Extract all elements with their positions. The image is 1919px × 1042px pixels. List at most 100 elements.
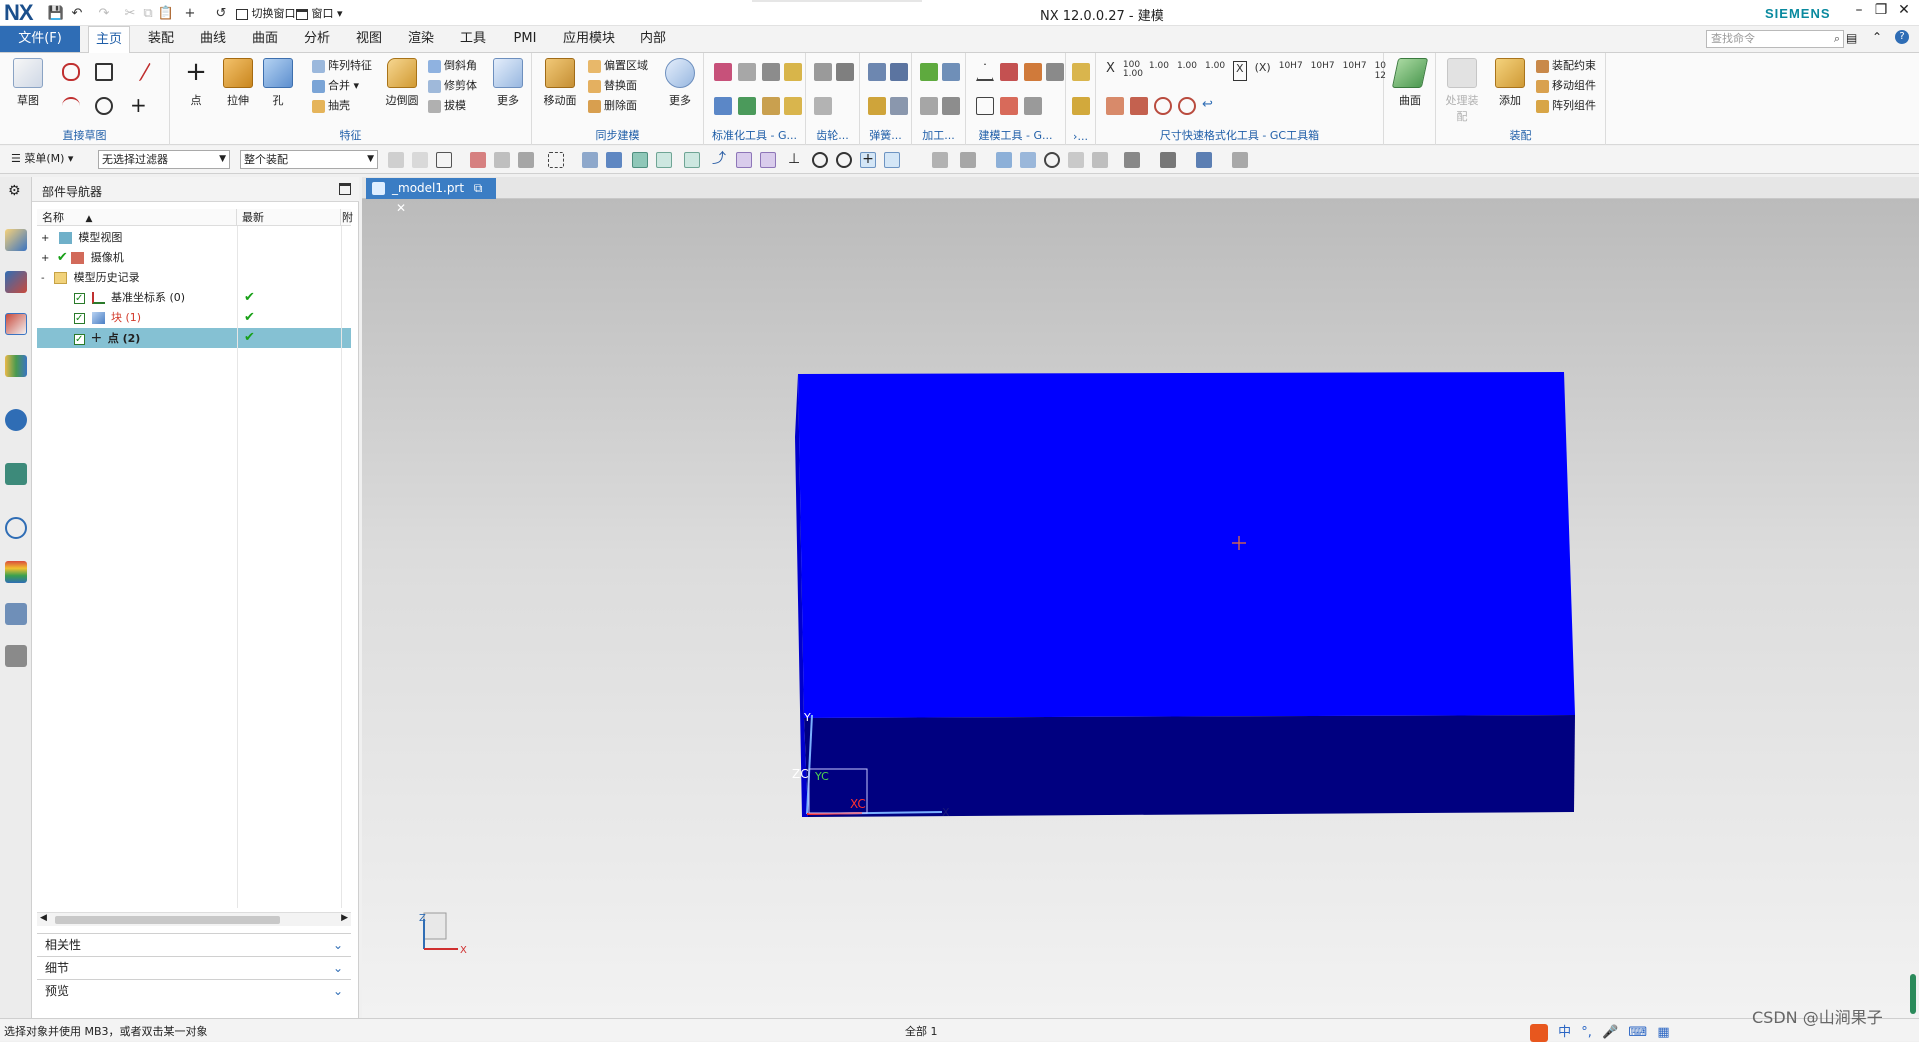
machining-tool-2-icon[interactable] [942,63,960,81]
roles-icon[interactable] [5,645,27,667]
undo-icon[interactable]: ↶ [68,4,86,22]
redo-icon[interactable]: ↷ [95,4,113,22]
gear-tool-3-icon[interactable] [814,97,832,115]
point-button[interactable]: + 点 [176,58,216,108]
reuse-library-icon[interactable] [5,355,27,377]
tab-pin-icon[interactable]: ⧉ [474,181,483,195]
window-menu-button[interactable]: 窗口 ▾ [296,5,343,21]
add-component-button[interactable]: 添加 [1490,58,1530,108]
dim-tool-6[interactable]: (X) [1255,61,1271,81]
part-navigator-icon[interactable] [5,313,27,335]
tab-internal[interactable]: 内部 [632,26,674,53]
expander-icon[interactable]: + [41,253,49,264]
delete-face-button[interactable]: 删除面 [588,97,637,117]
spring-tool-1-icon[interactable] [868,63,886,81]
collapse-ribbon-icon[interactable]: ⌃ [1872,30,1882,44]
modeling-tool-3-icon[interactable] [1024,63,1042,81]
selection-filter-select[interactable]: 无选择过滤器 ▼ [98,150,230,169]
dim-tool-5[interactable]: X [1233,61,1247,81]
tab-file[interactable]: 文件(F) [0,26,80,52]
ime-chinese-icon[interactable]: 中 [1558,1025,1571,1040]
view-orient-icon[interactable] [1092,152,1108,168]
machining-tool-3-icon[interactable] [920,97,938,115]
column-extra[interactable]: 附 [341,209,353,226]
snap-bounded-icon[interactable] [960,152,976,168]
model-view[interactable]: ZC YC XC X Y Z X [362,177,1919,1018]
process-studio-icon[interactable] [5,603,27,625]
line-icon[interactable] [122,63,152,81]
feature-more-button[interactable]: 更多 [488,58,528,108]
dim-tool-14-icon[interactable] [1178,97,1196,115]
panel-preview[interactable]: 预览 ⌄ [37,979,351,1001]
feature-select-icon[interactable] [412,152,428,168]
show-hide-icon[interactable] [1232,152,1248,168]
model-tab[interactable]: _model1.prt ⧉ ✕ [366,178,496,215]
edge-blend-button[interactable]: 边倒圆 [382,58,422,108]
rectangle-icon[interactable] [95,63,113,81]
constraint-navigator-icon[interactable] [5,271,27,293]
tab-view[interactable]: 视图 [348,26,390,53]
menu-button[interactable]: ☰ 菜单(M) ▾ [8,150,82,169]
info-icon[interactable] [5,409,27,431]
std-tool-6-icon[interactable] [738,97,756,115]
snap-spline-icon[interactable] [736,152,752,168]
dim-tool-2[interactable]: 1.00 [1149,61,1169,81]
view-zoom-icon[interactable] [1020,152,1036,168]
tab-render[interactable]: 渲染 [400,26,442,53]
snap-point-icon[interactable] [632,152,648,168]
snap-intersection-icon[interactable]: ⊥ [788,152,804,168]
machining-tool-4-icon[interactable] [942,97,960,115]
panel-details[interactable]: 细节 ⌄ [37,956,351,978]
move-face-button[interactable]: 移动面 [540,58,580,108]
maximize-icon[interactable] [339,183,351,195]
trim-body-button[interactable]: 修剪体 [428,77,477,97]
graphics-window[interactable]: ZC YC XC X Y Z X [362,177,1919,1018]
add-icon[interactable]: + [181,4,199,22]
palette-icon[interactable] [5,561,27,583]
web-browser-icon[interactable] [5,463,27,485]
side-slider-handle[interactable] [1910,974,1916,1014]
spring-tool-4-icon[interactable] [890,97,908,115]
view-rotate-icon[interactable] [1044,152,1060,168]
dim-tool-4[interactable]: 1.00 [1205,61,1225,81]
modeling-tool-2-icon[interactable] [1000,63,1018,81]
modeling-tool-7-icon[interactable] [1024,97,1042,115]
microphone-icon[interactable]: 🎤 [1602,1025,1618,1040]
navigator-hscrollbar[interactable]: ◀ ▶ [37,912,351,926]
tab-assembly[interactable]: 装配 [140,26,182,53]
copy-icon[interactable]: ⧉ [139,4,157,22]
expander-icon[interactable]: - [41,273,45,284]
tab-close-icon[interactable]: ✕ [396,201,406,215]
ime-punct-icon[interactable]: °, [1581,1025,1592,1040]
tree-row-block[interactable]: 块 (1) ✔ [37,308,351,329]
gear-tool-1-icon[interactable] [814,63,832,81]
modeling-tool-1-icon[interactable] [976,63,994,81]
snap-curve-icon[interactable]: ⤴ [712,152,728,168]
arc-icon[interactable] [62,97,80,115]
tab-home[interactable]: 主页 [88,26,130,53]
minimize-button[interactable]: – [1848,2,1870,22]
snap-select-icon[interactable] [470,152,486,168]
hole-button[interactable]: 孔 [258,58,298,108]
column-latest[interactable]: 最新 [237,209,341,226]
snap-quadrant-icon[interactable] [836,152,852,168]
tab-applications[interactable]: 应用模块 [556,26,622,53]
ribbon-options-icon[interactable]: ▤ [1846,31,1857,45]
selection-scope-select[interactable]: 整个装配 ▼ [240,150,378,169]
std-tool-4-icon[interactable] [784,63,802,81]
tab-curve[interactable]: 曲线 [192,26,234,53]
snap-existing-point-icon[interactable]: + [860,152,876,168]
dim-tool-0[interactable]: X [1106,61,1115,81]
scroll-right-icon[interactable]: ▶ [341,913,348,923]
dim-tool-7[interactable]: 10H7 [1279,61,1303,81]
tree-row-model-views[interactable]: + 模型视图 [37,228,351,248]
machining-tool-1-icon[interactable] [920,63,938,81]
modeling-tool-6-icon[interactable] [1000,97,1018,115]
std-tool-8-icon[interactable] [784,97,802,115]
std-tool-7-icon[interactable] [762,97,780,115]
select-type-icon[interactable] [436,152,452,168]
display-style-icon[interactable] [1124,152,1140,168]
tab-pmi[interactable]: PMI [504,26,546,53]
tab-analysis[interactable]: 分析 [296,26,338,53]
close-button[interactable]: ✕ [1893,2,1915,22]
